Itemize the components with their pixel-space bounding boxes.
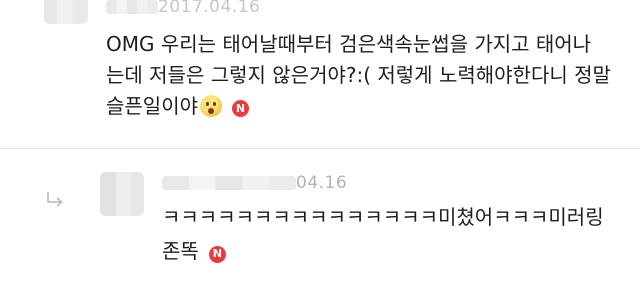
comment-line: OMG 우리는 태어날때부터 검은색속눈썹을 가지고 태어나 bbox=[106, 32, 592, 56]
comment-meta: 04.16 bbox=[162, 172, 347, 194]
avatar[interactable] bbox=[44, 0, 88, 24]
comment-line-last: 존똑 N bbox=[162, 234, 632, 268]
comment: 2017.04.16 OMG 우리는 태어날때부터 검은색속눈썹을 가지고 태어… bbox=[0, 0, 640, 140]
avatar[interactable] bbox=[100, 172, 144, 216]
comment-line-last: 슬픈일이야 N bbox=[106, 91, 626, 122]
comment-divider bbox=[0, 148, 640, 149]
comment-body: OMG 우리는 태어날때부터 검은색속눈썹을 가지고 태어나 는데 저들은 그렇… bbox=[106, 29, 626, 122]
reply-arrow-icon bbox=[47, 192, 63, 207]
author-name-blurred[interactable] bbox=[162, 176, 296, 190]
comment-thread: 2017.04.16 OMG 우리는 태어날때부터 검은색속눈썹을 가지고 태어… bbox=[0, 0, 640, 298]
comment-line: 는데 저들은 그렇지 않은거야?:( 저렇게 노력해야한다니 정말 bbox=[106, 63, 611, 87]
astonished-face-emoji-icon bbox=[200, 95, 222, 117]
comment-meta: 2017.04.16 bbox=[106, 0, 260, 18]
new-badge: N bbox=[232, 100, 249, 117]
comment-line-text: 존똑 bbox=[162, 239, 199, 263]
comment-date: 04.16 bbox=[296, 173, 348, 193]
comment-body: ㅋㅋㅋㅋㅋㅋㅋㅋㅋㅋㅋㅋㅋㅋㅋ미쳤어ㅋㅋㅋ미러링 존똑 N bbox=[162, 200, 632, 268]
new-badge: N bbox=[208, 245, 226, 263]
comment-date: 2017.04.16 bbox=[158, 0, 261, 17]
comment-line: ㅋㅋㅋㅋㅋㅋㅋㅋㅋㅋㅋㅋㅋㅋㅋ미쳤어ㅋㅋㅋ미러링 bbox=[162, 205, 604, 229]
comment-line-text: 슬픈일이야 bbox=[106, 94, 198, 118]
author-name-blurred[interactable] bbox=[106, 0, 158, 14]
